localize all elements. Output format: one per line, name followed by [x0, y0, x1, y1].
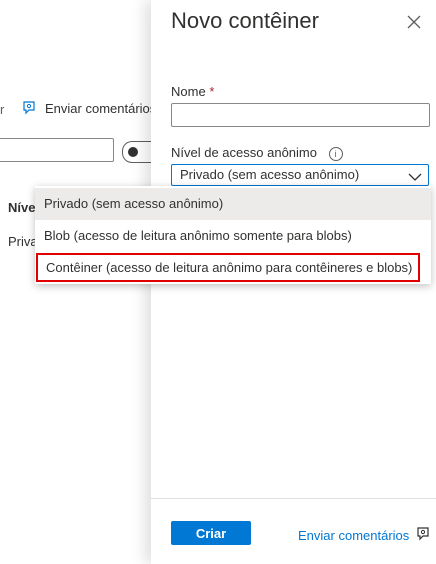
footer-divider [151, 498, 436, 499]
feedback-icon [21, 100, 37, 116]
panel-feedback-link[interactable]: Enviar comentários [298, 526, 431, 545]
panel-title: Novo contêiner [171, 8, 319, 33]
access-level-dropdown: Privado (sem acesso anônimo) Blob (acess… [35, 186, 431, 284]
name-label-text: Nome [171, 84, 206, 99]
toggle-knob [128, 147, 138, 157]
access-label: Nível de acesso anônimo i [171, 145, 343, 161]
panel-feedback-label: Enviar comentários [298, 528, 410, 543]
close-icon[interactable] [406, 14, 422, 30]
access-label-text: Nível de acesso anônimo [171, 145, 317, 160]
feedback-icon [415, 526, 431, 545]
bg-feedback-button[interactable]: Enviar comentários [21, 100, 156, 116]
chevron-down-icon [408, 169, 422, 181]
bg-table-cell: Priva [8, 234, 38, 249]
option-blob[interactable]: Blob (acesso de leitura anônimo somente … [35, 220, 431, 252]
required-mark: * [209, 84, 215, 99]
bg-feedback-label: Enviar comentários [45, 100, 157, 116]
option-private[interactable]: Privado (sem acesso anônimo) [35, 188, 431, 220]
create-button[interactable]: Criar [171, 521, 251, 545]
bg-column-header: Níve [8, 200, 36, 215]
info-icon[interactable]: i [328, 146, 343, 161]
bg-filter-input[interactable] [0, 138, 114, 162]
access-level-select[interactable]: Privado (sem acesso anônimo) [171, 164, 429, 186]
access-level-selected: Privado (sem acesso anônimo) [180, 167, 360, 182]
name-input[interactable] [171, 103, 430, 127]
truncated-toolbar-text: r [0, 102, 5, 117]
option-container[interactable]: Contêiner (acesso de leitura anônimo par… [36, 253, 420, 282]
name-label: Nome * [171, 84, 214, 99]
